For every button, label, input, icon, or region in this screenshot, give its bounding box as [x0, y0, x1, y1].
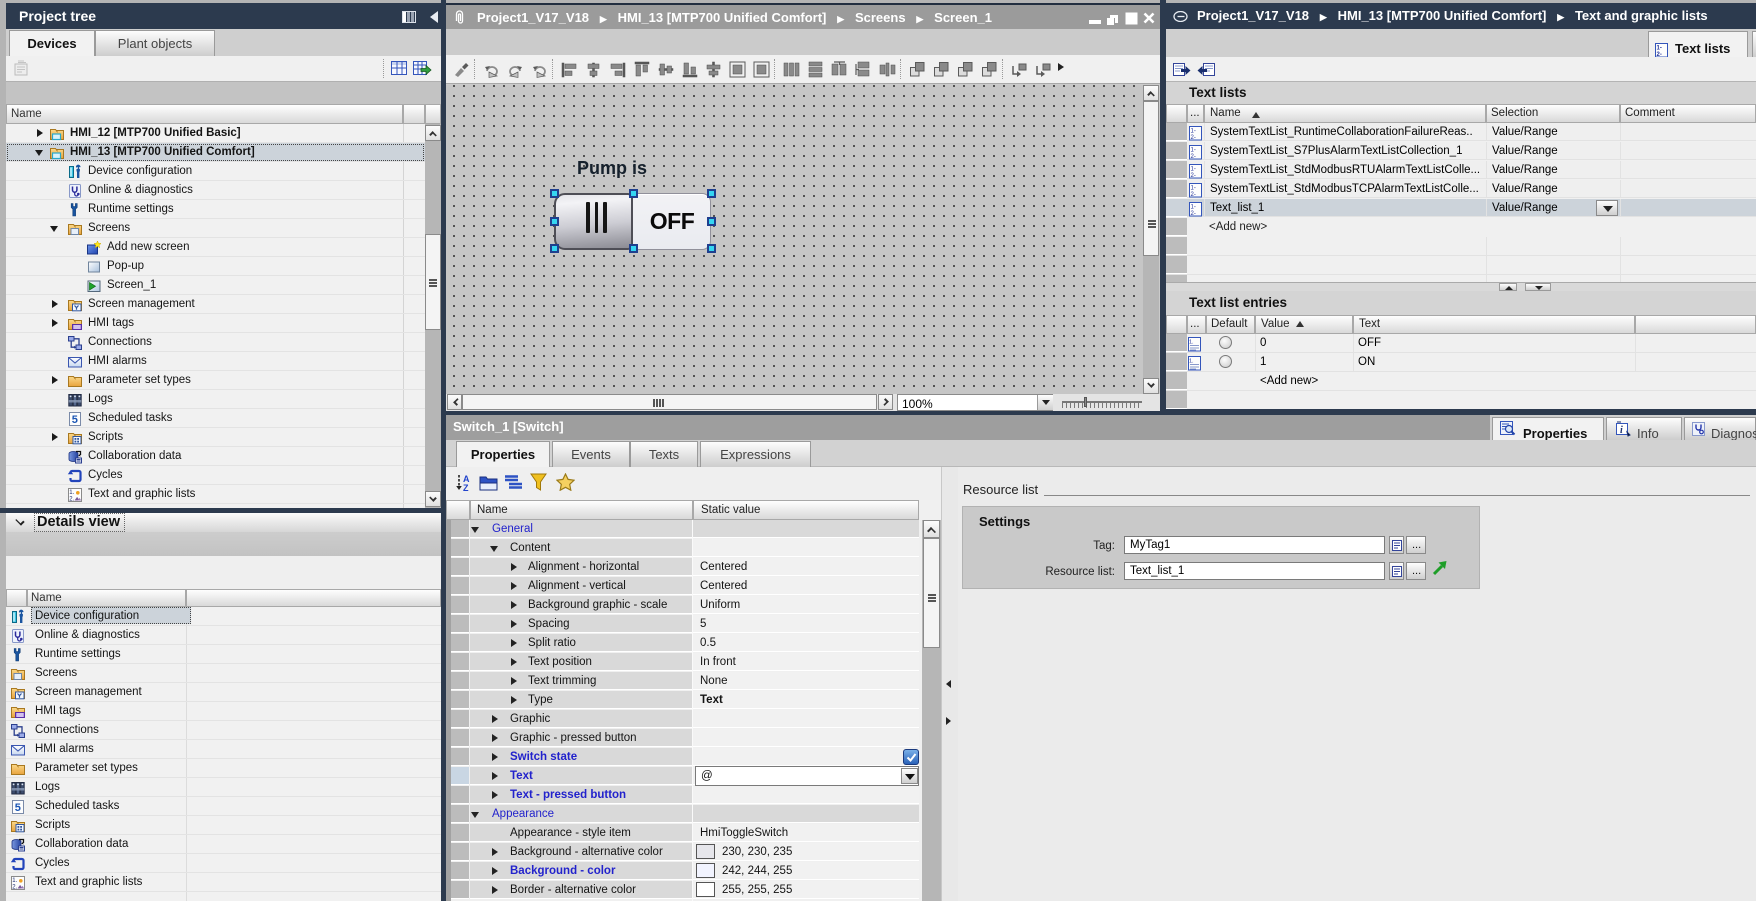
svg-text:1.: 1.	[1189, 339, 1194, 345]
svg-text:2-: 2-	[1191, 154, 1196, 160]
svg-text:1-: 1-	[1191, 128, 1196, 134]
svg-text:2.: 2.	[12, 884, 17, 890]
svg-text:1-: 1-	[1191, 166, 1196, 172]
svg-text:5: 5	[72, 414, 78, 426]
svg-text:1-: 1-	[1657, 46, 1662, 52]
svg-text:2-: 2-	[1191, 192, 1196, 198]
svg-text:2-: 2-	[1191, 173, 1196, 179]
svg-text:1-: 1-	[1191, 204, 1196, 210]
svg-text:1.: 1.	[12, 878, 17, 884]
svg-text:1.: 1.	[1189, 358, 1194, 364]
svg-text:1-: 1-	[1191, 147, 1196, 153]
svg-text:2.: 2.	[69, 496, 74, 502]
svg-text:1.: 1.	[69, 490, 74, 496]
svg-text:1-: 1-	[1191, 185, 1196, 191]
svg-text:i: i	[1620, 425, 1623, 436]
svg-text:Z: Z	[463, 483, 469, 492]
svg-text:2-: 2-	[1191, 135, 1196, 141]
svg-text:5: 5	[15, 802, 21, 814]
svg-text:2-: 2-	[1191, 211, 1196, 217]
